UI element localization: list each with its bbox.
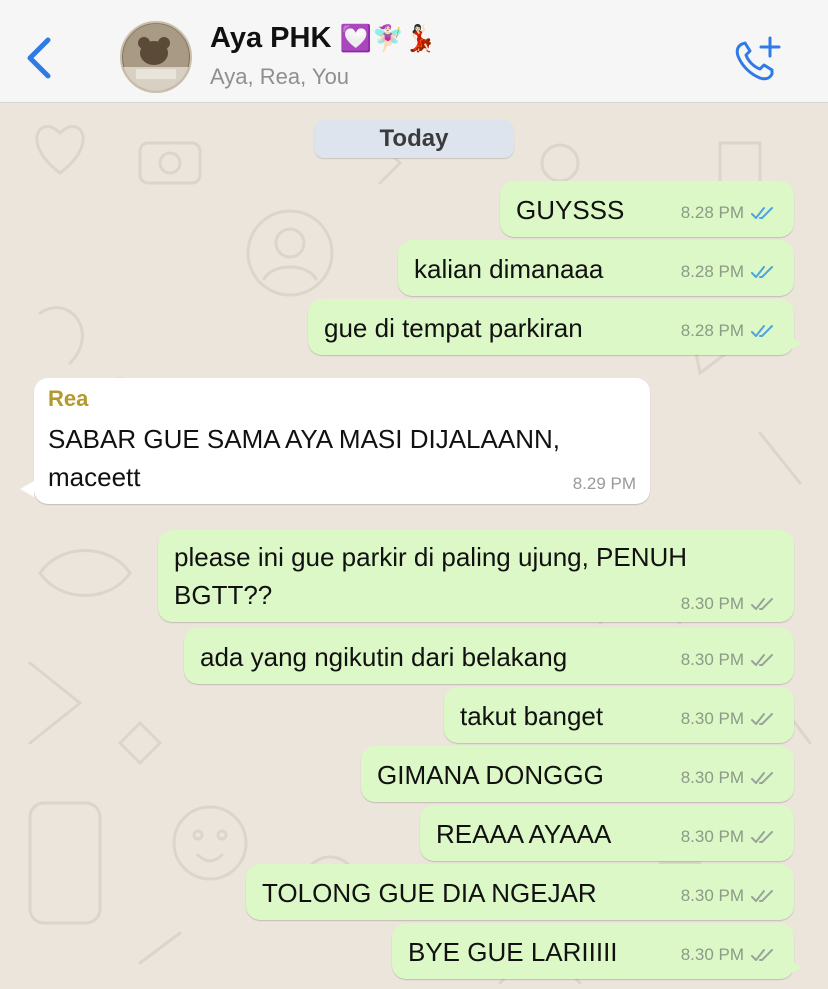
bubble-tail bbox=[788, 335, 802, 351]
outgoing-message[interactable]: please ini gue parkir di paling ujung, P… bbox=[158, 530, 794, 622]
delivered-double-check-icon bbox=[751, 949, 773, 961]
delivered-double-check-icon bbox=[751, 598, 773, 610]
message-text: gue di tempat parkiran bbox=[324, 313, 583, 343]
message-text: GUYSSS bbox=[516, 195, 625, 225]
message-text: GIMANA DONGGG bbox=[377, 760, 604, 790]
delivered-double-check-icon bbox=[751, 890, 773, 902]
outgoing-message[interactable]: TOLONG GUE DIA NGEJAR 8.30 PM bbox=[246, 864, 794, 920]
outgoing-message[interactable]: gue di tempat parkiran 8.28 PM bbox=[308, 299, 794, 355]
bubble-tail bbox=[788, 959, 802, 975]
message-meta: 8.30 PM bbox=[681, 594, 776, 614]
outgoing-message[interactable]: BYE GUE LARIIIII 8.30 PM bbox=[392, 923, 794, 979]
message-meta: 8.30 PM bbox=[681, 768, 776, 788]
group-name: Aya PHK bbox=[210, 22, 332, 54]
chat-title[interactable]: Aya PHK 💟🧚🏻‍♀️💃🏻 bbox=[210, 22, 437, 55]
message-text: BYE GUE LARIIIII bbox=[408, 937, 618, 967]
outgoing-message[interactable]: takut banget 8.30 PM bbox=[444, 687, 794, 743]
incoming-message[interactable]: Rea SABAR GUE SAMA AYA MASI DIJALAANN, m… bbox=[34, 378, 650, 504]
outgoing-message[interactable]: GUYSSS 8.28 PM bbox=[500, 181, 794, 237]
add-call-icon[interactable] bbox=[732, 36, 784, 82]
outgoing-message[interactable]: ada yang ngikutin dari belakang 8.30 PM bbox=[184, 628, 794, 684]
outgoing-message[interactable]: REAAA AYAAA 8.30 PM bbox=[420, 805, 794, 861]
message-meta: 8.30 PM bbox=[681, 709, 776, 729]
delivered-double-check-icon bbox=[751, 831, 773, 843]
message-text: REAAA AYAAA bbox=[436, 819, 612, 849]
date-separator: Today bbox=[314, 120, 514, 158]
bubble-tail bbox=[20, 481, 34, 497]
chat-header: Aya PHK 💟🧚🏻‍♀️💃🏻 Aya, Rea, You bbox=[0, 0, 828, 103]
message-meta: 8.28 PM bbox=[681, 262, 776, 282]
message-time: 8.28 PM bbox=[680, 321, 744, 340]
delivered-double-check-icon bbox=[751, 772, 773, 784]
message-meta: 8.29 PM bbox=[573, 474, 636, 494]
message-time: 8.30 PM bbox=[680, 650, 744, 669]
outgoing-message[interactable]: GIMANA DONGGG 8.30 PM bbox=[361, 746, 794, 802]
message-text: ada yang ngikutin dari belakang bbox=[200, 642, 568, 672]
chat-area[interactable]: Today GUYSSS 8.28 PM kalian dimanaaa 8.2… bbox=[0, 103, 828, 989]
message-time: 8.30 PM bbox=[680, 886, 744, 905]
read-double-check-icon bbox=[751, 325, 773, 337]
read-double-check-icon bbox=[751, 266, 773, 278]
delivered-double-check-icon bbox=[751, 713, 773, 725]
message-meta: 8.30 PM bbox=[681, 827, 776, 847]
read-double-check-icon bbox=[751, 207, 773, 219]
group-name-emoji: 💟🧚🏻‍♀️💃🏻 bbox=[339, 23, 437, 53]
message-time: 8.30 PM bbox=[680, 827, 744, 846]
message-meta: 8.28 PM bbox=[681, 321, 776, 341]
message-meta: 8.28 PM bbox=[681, 203, 776, 223]
group-members[interactable]: Aya, Rea, You bbox=[210, 64, 349, 90]
message-text: takut banget bbox=[460, 701, 604, 731]
message-time: 8.30 PM bbox=[680, 594, 744, 613]
message-meta: 8.30 PM bbox=[681, 886, 776, 906]
avatar-image bbox=[122, 24, 190, 91]
message-text-line: please ini gue parkir di paling ujung, P… bbox=[174, 542, 688, 572]
outgoing-message[interactable]: kalian dimanaaa 8.28 PM bbox=[398, 240, 794, 296]
message-text-line: maceett bbox=[48, 462, 141, 492]
message-text: TOLONG GUE DIA NGEJAR bbox=[262, 878, 597, 908]
message-time: 8.29 PM bbox=[572, 474, 636, 493]
message-text-line: BGTT?? bbox=[174, 580, 273, 610]
message-time: 8.28 PM bbox=[680, 262, 744, 281]
message-text: kalian dimanaaa bbox=[414, 254, 604, 284]
message-time: 8.30 PM bbox=[680, 709, 744, 728]
message-meta: 8.30 PM bbox=[681, 650, 776, 670]
message-time: 8.30 PM bbox=[680, 945, 744, 964]
message-time: 8.28 PM bbox=[680, 203, 744, 222]
message-time: 8.30 PM bbox=[680, 768, 744, 787]
message-text-line: SABAR GUE SAMA AYA MASI DIJALAANN, bbox=[48, 424, 560, 454]
sender-name: Rea bbox=[48, 386, 89, 411]
message-meta: 8.30 PM bbox=[681, 945, 776, 965]
back-chevron-icon[interactable] bbox=[22, 36, 56, 80]
group-avatar[interactable] bbox=[120, 21, 192, 93]
delivered-double-check-icon bbox=[751, 654, 773, 666]
